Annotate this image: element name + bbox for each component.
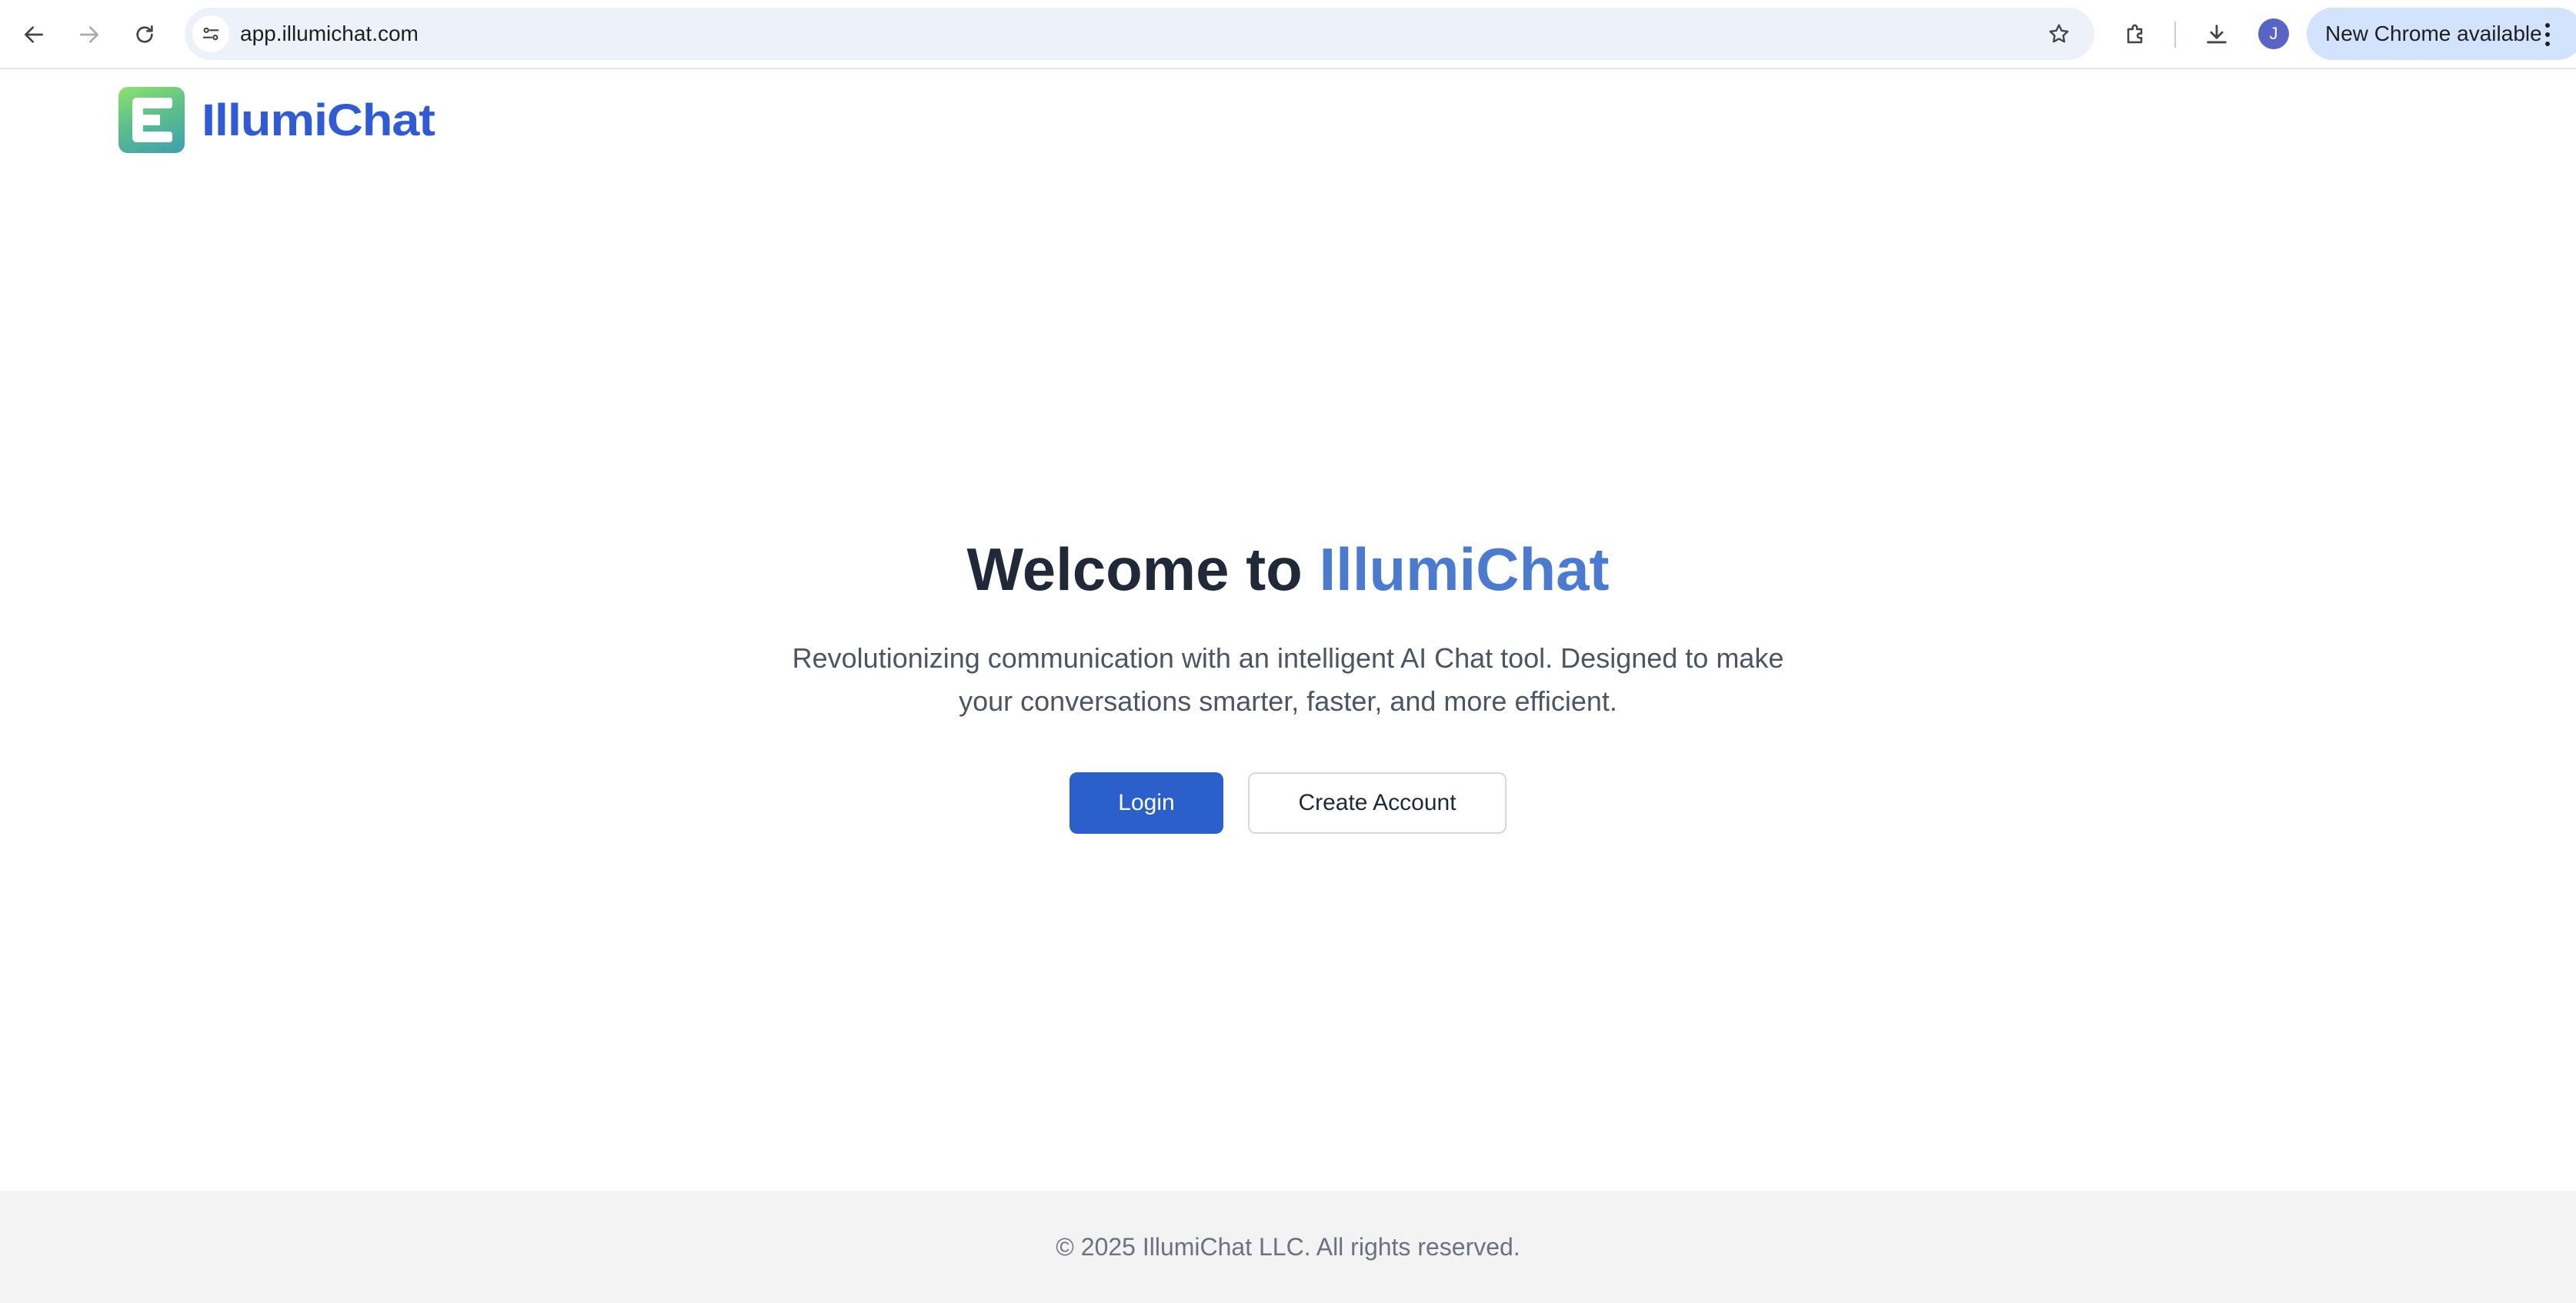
title-prefix: Welcome to <box>966 535 1320 603</box>
url-text[interactable]: app.illumichat.com <box>240 8 419 60</box>
extensions-button[interactable] <box>2117 16 2154 53</box>
brand-name: IllumiChat <box>202 95 435 145</box>
reload-icon <box>136 25 153 43</box>
kebab-menu-icon[interactable] <box>2544 23 2551 46</box>
download-icon <box>2207 25 2227 44</box>
brand-link[interactable]: IllumiChat <box>118 86 435 154</box>
arrow-right-icon <box>80 26 98 43</box>
star-icon <box>2049 24 2069 43</box>
back-button[interactable] <box>15 16 52 53</box>
reload-button[interactable] <box>126 16 163 53</box>
title-accent: IllumiChat <box>1319 535 1610 603</box>
login-button[interactable]: Login <box>1069 772 1223 834</box>
copyright-text: © 2025 IllumiChat LLC. All rights reserv… <box>1056 1232 1520 1261</box>
page-content: IllumiChat Welcome to IllumiChat Revolut… <box>0 71 2576 1303</box>
chrome-update-button[interactable]: New Chrome available <box>2307 8 2576 60</box>
arrow-left-icon <box>25 26 43 43</box>
browser-toolbar: app.illumichat.com J New Chrome availabl… <box>0 0 2576 69</box>
illumichat-logo <box>118 87 185 153</box>
forward-button[interactable] <box>71 16 108 53</box>
page-title: Welcome to IllumiChat <box>0 532 2576 606</box>
update-label: New Chrome available <box>2325 22 2542 45</box>
hero-section: Welcome to IllumiChat Revolutionizing co… <box>0 532 2576 834</box>
create-account-button[interactable]: Create Account <box>1248 772 1507 834</box>
footer: © 2025 IllumiChat LLC. All rights reserv… <box>0 1191 2576 1303</box>
profile-avatar[interactable]: J <box>2258 18 2289 49</box>
address-bar[interactable]: app.illumichat.com <box>185 8 2094 60</box>
site-info-button[interactable] <box>192 15 229 52</box>
hero-subtitle: Revolutionizing communication with an in… <box>792 642 1784 717</box>
hero-actions: Login Create Account <box>0 772 2576 834</box>
downloads-button[interactable] <box>2198 16 2235 53</box>
puzzle-icon <box>2127 24 2143 44</box>
site-settings-icon <box>202 27 219 41</box>
toolbar-divider <box>2174 22 2176 48</box>
bookmark-button[interactable] <box>2040 15 2077 52</box>
